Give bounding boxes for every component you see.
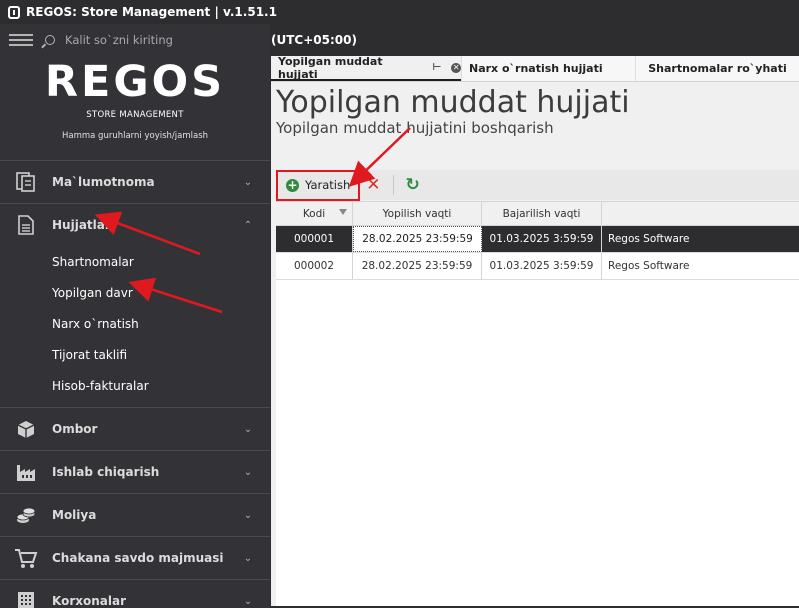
- create-button[interactable]: + Yaratish: [276, 169, 361, 201]
- content-panel: Yopilgan muddat hujjati Yopilgan muddat …: [271, 82, 799, 606]
- column-header-code[interactable]: Kodi: [276, 202, 353, 225]
- tab-closed-period-document[interactable]: Yopilgan muddat hujjati ⊢ ✕: [271, 54, 461, 81]
- pin-icon[interactable]: ⊢: [432, 62, 441, 73]
- main-area: (UTC+05:00) Yopilgan muddat hujjati ⊢ ✕ …: [270, 24, 799, 608]
- search-row: Kalit so`zni kiriting: [0, 24, 270, 56]
- sidebar-section-documents[interactable]: Hujjatlar ⌃: [0, 203, 270, 246]
- page-title: Yopilgan muddat hujjati: [276, 85, 630, 120]
- create-button-label: Yaratish: [305, 178, 351, 192]
- shopping-cart-icon: [14, 546, 38, 570]
- sidebar-item-commercial-offer[interactable]: Tijorat taklifi: [0, 339, 270, 370]
- close-icon[interactable]: ✕: [451, 62, 461, 73]
- cell-close-time[interactable]: 28.02.2025 23:59:59: [353, 226, 482, 252]
- toolbar-divider: [392, 175, 394, 195]
- app-icon: [8, 5, 20, 19]
- cell-execution-time[interactable]: 01.03.2025 3:59:59: [482, 253, 602, 279]
- search-input[interactable]: Kalit so`zni kiriting: [65, 33, 173, 47]
- delete-icon[interactable]: ✕: [366, 175, 380, 195]
- logo-sub-text: STORE MANAGEMENT: [86, 110, 184, 120]
- document-icon: [14, 213, 38, 237]
- hamburger-menu-icon[interactable]: [9, 34, 33, 46]
- column-header-author[interactable]: [602, 202, 799, 225]
- sidebar-section-label: Ma`lumotnoma: [52, 175, 155, 189]
- chevron-down-icon: ⌄: [243, 176, 253, 188]
- sidebar-section-retail[interactable]: Chakana savdo majmuasi ⌄: [0, 536, 270, 579]
- sidebar-section-label: Ombor: [52, 422, 98, 436]
- refresh-icon[interactable]: ↻: [406, 175, 420, 195]
- sidebar: Kalit so`zni kiriting REGOS STORE MANAGE…: [0, 24, 270, 608]
- page-subtitle: Yopilgan muddat hujjatini boshqarish: [276, 119, 554, 137]
- reference-book-icon: [14, 170, 38, 194]
- cell-code[interactable]: 000001: [276, 226, 353, 252]
- building-icon: [14, 589, 38, 608]
- sidebar-section-label: Chakana savdo majmuasi: [52, 551, 224, 565]
- cell-code[interactable]: 000002: [276, 253, 353, 279]
- timezone-label: (UTC+05:00): [271, 33, 357, 47]
- grid-header: Kodi Yopilish vaqti Bajarilish vaqti: [276, 202, 799, 226]
- documents-submenu: Shartnomalar Yopilgan davr Narx o`rnatis…: [0, 246, 270, 401]
- chevron-down-icon: ⌄: [243, 552, 253, 564]
- window-title: REGOS: Store Management | v.1.51.1: [26, 5, 277, 19]
- column-header-close-time[interactable]: Yopilish vaqti: [353, 202, 482, 225]
- sidebar-item-closed-period[interactable]: Yopilgan davr: [0, 277, 270, 308]
- tab-price-setting-document[interactable]: Narx o`rnatish hujjati: [461, 56, 635, 81]
- sidebar-section-label: Ishlab chiqarish: [52, 465, 160, 479]
- tab-label: Yopilgan muddat hujjati: [278, 54, 383, 81]
- sidebar-section-finance[interactable]: Moliya ⌄: [0, 493, 270, 536]
- sidebar-section-label: Korxonalar: [52, 594, 127, 608]
- sidebar-section-label: Hujjatlar: [52, 218, 111, 232]
- chevron-up-icon: ⌃: [243, 219, 253, 231]
- chevron-down-icon: ⌄: [243, 509, 253, 521]
- cell-execution-time[interactable]: 01.03.2025 3:59:59: [482, 226, 602, 252]
- cell-author[interactable]: Regos Software: [602, 253, 799, 279]
- tab-label: Narx o`rnatish hujjati: [469, 62, 603, 75]
- filter-icon[interactable]: [339, 209, 347, 215]
- toolbar: + Yaratish ✕ ↻: [276, 169, 799, 201]
- table-row[interactable]: 000002 28.02.2025 23:59:59 01.03.2025 3:…: [276, 253, 799, 280]
- logo: REGOS STORE MANAGEMENT Hamma guruhlarni …: [0, 56, 270, 160]
- chevron-down-icon: ⌄: [243, 595, 253, 607]
- chevron-down-icon: ⌄: [243, 423, 253, 435]
- sidebar-item-invoices[interactable]: Hisob-fakturalar: [0, 370, 270, 401]
- sidebar-item-price-setting[interactable]: Narx o`rnatish: [0, 308, 270, 339]
- sidebar-section-label: Moliya: [52, 508, 97, 522]
- table-row[interactable]: 000001 28.02.2025 23:59:59 01.03.2025 3:…: [276, 226, 799, 253]
- tab-bar: Yopilgan muddat hujjati ⊢ ✕ Narx o`rnati…: [271, 54, 799, 82]
- coins-icon: [14, 503, 38, 527]
- tab-label: Shartnomalar ro`yhati: [648, 62, 787, 75]
- factory-icon: [14, 460, 38, 484]
- documents-grid: Kodi Yopilish vaqti Bajarilish vaqti 000…: [276, 201, 799, 606]
- warehouse-box-icon: [14, 417, 38, 441]
- logo-main-text: REGOS: [44, 57, 226, 107]
- sidebar-section-reference[interactable]: Ma`lumotnoma ⌄: [0, 160, 270, 203]
- search-icon: [45, 35, 55, 45]
- column-header-execution-time[interactable]: Bajarilish vaqti: [482, 202, 602, 225]
- title-bar: REGOS: Store Management | v.1.51.1: [0, 0, 799, 24]
- expand-collapse-groups-link[interactable]: Hamma guruhlarni yoyish/jamlash: [0, 131, 270, 141]
- cell-author[interactable]: Regos Software: [602, 226, 799, 252]
- sidebar-section-companies[interactable]: Korxonalar ⌄: [0, 579, 270, 608]
- sidebar-section-warehouse[interactable]: Ombor ⌄: [0, 407, 270, 450]
- sidebar-item-contracts[interactable]: Shartnomalar: [0, 246, 270, 277]
- chevron-down-icon: ⌄: [243, 466, 253, 478]
- sidebar-section-production[interactable]: Ishlab chiqarish ⌄: [0, 450, 270, 493]
- tab-contracts-list[interactable]: Shartnomalar ro`yhati: [635, 56, 799, 81]
- cell-close-time[interactable]: 28.02.2025 23:59:59: [353, 253, 482, 279]
- add-icon: +: [286, 177, 299, 192]
